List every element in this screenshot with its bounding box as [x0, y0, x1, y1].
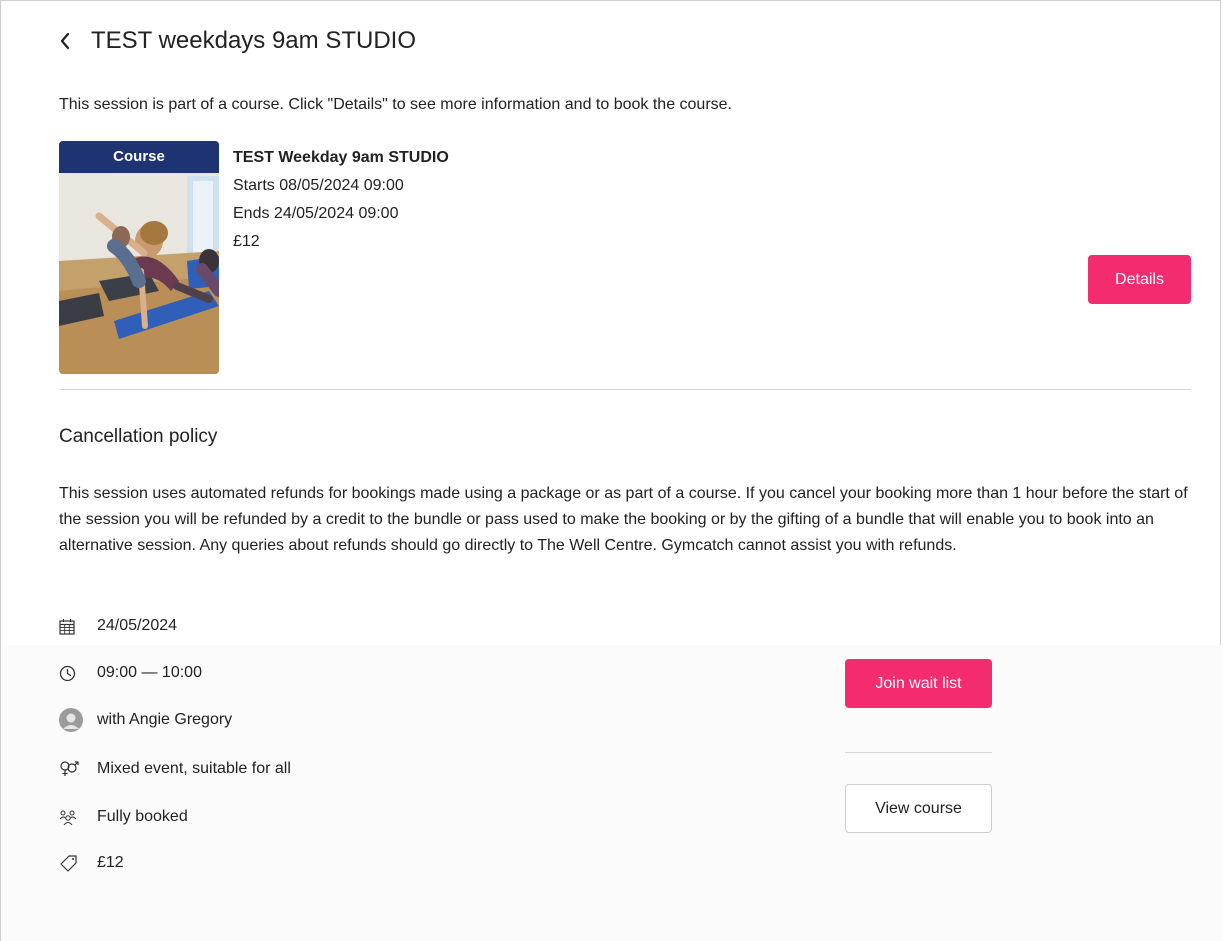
course-badge: Course: [59, 141, 219, 173]
session-panel-background: [1, 645, 1221, 941]
session-availability-row: Fully booked: [59, 805, 188, 829]
session-time-row: 09:00 — 10:00: [59, 661, 202, 685]
join-wait-list-button[interactable]: Join wait list: [845, 659, 992, 708]
view-course-button[interactable]: View course: [845, 784, 992, 833]
gender-icon: [59, 757, 83, 781]
course-intro-text: This session is part of a course. Click …: [59, 96, 732, 113]
course-end: Ends 24/05/2024 09:00: [233, 205, 399, 222]
session-availability: Fully booked: [97, 808, 188, 825]
clock-icon: [59, 661, 83, 685]
header: TEST weekdays 9am STUDIO: [59, 26, 416, 56]
session-price-row: £12: [59, 851, 124, 875]
yoga-class-photo: [59, 141, 219, 374]
session-price: £12: [97, 854, 124, 871]
session-gender-row: Mixed event, suitable for all: [59, 757, 291, 781]
section-divider: [59, 389, 1191, 390]
people-icon: [59, 805, 83, 829]
session-gender: Mixed event, suitable for all: [97, 760, 291, 777]
page-title: TEST weekdays 9am STUDIO: [91, 27, 416, 54]
session-time: 09:00 — 10:00: [97, 664, 202, 681]
cancellation-text: This session uses automated refunds for …: [59, 485, 1188, 554]
course-name: TEST Weekday 9am STUDIO: [233, 149, 449, 166]
session-date-row: 24/05/2024: [59, 614, 177, 638]
actions-divider: [845, 752, 992, 753]
details-button[interactable]: Details: [1088, 255, 1191, 304]
course-price: £12: [233, 233, 260, 250]
chevron-left-icon[interactable]: [59, 26, 79, 56]
calendar-icon: [59, 614, 83, 638]
course-info: TEST Weekday 9am STUDIO Starts 08/05/202…: [233, 144, 449, 256]
session-date: 24/05/2024: [97, 617, 178, 634]
course-start: Starts 08/05/2024 09:00: [233, 177, 404, 194]
course-image[interactable]: Course: [59, 141, 219, 374]
session-instructor: with Angie Gregory: [97, 711, 233, 728]
cancellation-heading: Cancellation policy: [59, 426, 218, 447]
price-tag-icon: [59, 851, 83, 875]
session-instructor-row: with Angie Gregory: [59, 708, 232, 732]
avatar[interactable]: [59, 708, 83, 732]
